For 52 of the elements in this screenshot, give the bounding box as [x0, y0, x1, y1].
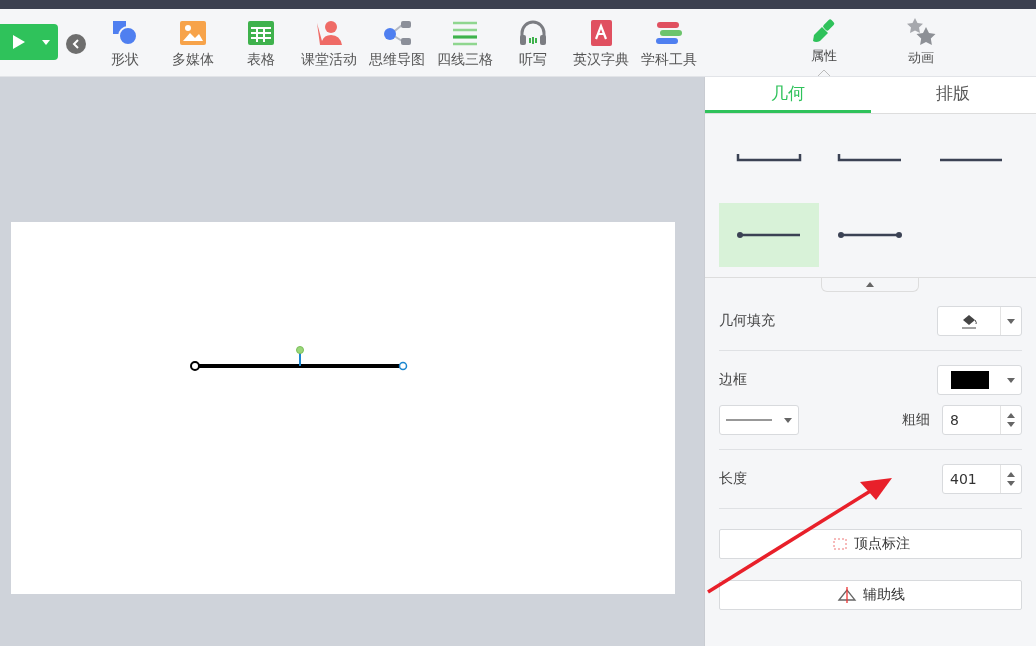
toolbar-tool[interactable]: 多媒体: [159, 9, 227, 76]
increment-icon: [1007, 413, 1015, 418]
fill-label: 几何填充: [719, 312, 775, 330]
caret-icon: [784, 417, 792, 423]
table-icon: [246, 19, 276, 47]
line-style-dropdown[interactable]: [719, 405, 799, 435]
length-label: 长度: [719, 470, 747, 488]
toolbar-tool[interactable]: 听写: [499, 9, 567, 76]
fill-dropdown[interactable]: [937, 306, 1022, 336]
mindmap-icon: [382, 19, 412, 47]
action-button[interactable]: 顶点标注: [719, 529, 1022, 559]
thickness-label: 粗细: [902, 411, 930, 429]
lines-icon: [450, 19, 480, 47]
toolbar-tool[interactable]: 英汉字典: [567, 9, 635, 76]
person-icon: [314, 19, 344, 47]
toolbar-tool[interactable]: 形状: [91, 9, 159, 76]
image-icon: [178, 19, 208, 47]
caret-icon: [1007, 318, 1015, 324]
paint-bucket-icon: [960, 313, 978, 329]
caret-icon: [817, 69, 831, 76]
caret-up-icon: [865, 282, 874, 287]
caret-icon: [1007, 377, 1015, 383]
vertex-icon: [831, 537, 848, 551]
toolbar-tool[interactable]: 课堂活动: [295, 9, 363, 76]
collapse-button[interactable]: [66, 34, 86, 54]
line-icon: [726, 418, 772, 422]
chevron-left-icon: [72, 39, 80, 49]
bracket-line-icon: [736, 152, 802, 164]
books-icon: [654, 19, 684, 47]
panel-tab[interactable]: 动画: [872, 9, 969, 76]
line-style-option[interactable]: [719, 203, 819, 267]
headphones-icon: [518, 19, 548, 47]
thickness-field[interactable]: 8: [942, 405, 1022, 435]
toolbar-tool[interactable]: 学科工具: [635, 9, 703, 76]
dot-line-icon: [837, 229, 903, 241]
border-label: 边框: [719, 371, 747, 389]
border-color-dropdown[interactable]: [937, 365, 1022, 395]
action-button[interactable]: 辅助线: [719, 580, 1022, 610]
bracket-line-icon: [837, 152, 903, 164]
stars-icon: [905, 17, 936, 47]
toolbar-tool[interactable]: 四线三格: [431, 9, 499, 76]
toolbar-tool[interactable]: 表格: [227, 9, 295, 76]
decrement-icon: [1007, 481, 1015, 486]
play-icon: [12, 34, 26, 50]
panel-tab[interactable]: 属性: [775, 9, 872, 76]
caret-icon: [42, 39, 50, 45]
triangle-icon: [836, 587, 857, 603]
toolbar-tool[interactable]: 思维导图: [363, 9, 431, 76]
dot-line-icon: [736, 229, 802, 241]
increment-icon: [1007, 472, 1015, 477]
length-field[interactable]: 401: [942, 464, 1022, 494]
decrement-icon: [1007, 422, 1015, 427]
